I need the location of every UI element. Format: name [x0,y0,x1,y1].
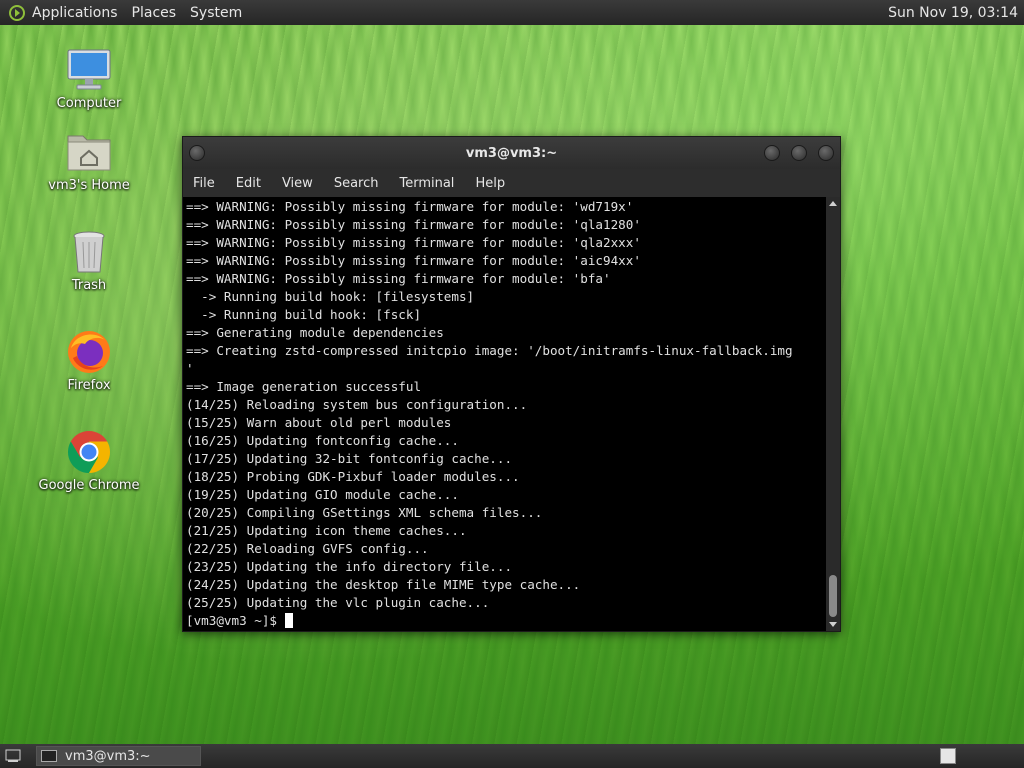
terminal-line: (24/25) Updating the desktop file MIME t… [186,577,581,592]
trash-icon [65,228,113,276]
menu-edit[interactable]: Edit [236,176,261,191]
menu-system[interactable]: System [190,5,242,21]
menu-help[interactable]: Help [475,176,505,191]
terminal-line: ==> Generating module dependencies [186,325,444,340]
clock[interactable]: Sun Nov 19, 03:14 [888,5,1018,21]
desktop-icon-label: vm3's Home [48,178,130,193]
terminal-menubar: File Edit View Search Terminal Help [183,169,840,197]
terminal-line: (18/25) Probing GDK-Pixbuf loader module… [186,469,520,484]
menu-places[interactable]: Places [132,5,177,21]
desktop-icon-label: Trash [71,278,107,293]
window-menu-button[interactable] [189,145,205,161]
taskbar-item-terminal[interactable]: vm3@vm3:~ [36,746,201,766]
desktop-icon-chrome[interactable]: Google Chrome [34,428,144,493]
desktop-icon-trash[interactable]: Trash [34,228,144,293]
terminal-line: (14/25) Reloading system bus configurati… [186,397,528,412]
scrollbar-thumb[interactable] [829,575,837,617]
desktop-icon-computer[interactable]: Computer [34,46,144,111]
window-title: vm3@vm3:~ [465,145,558,161]
terminal-line: (17/25) Updating 32-bit fontconfig cache… [186,451,513,466]
menu-applications[interactable]: Applications [32,5,118,21]
top-panel: Applications Places System Sun Nov 19, 0… [0,0,1024,25]
chrome-icon [65,428,113,476]
workspace-switcher[interactable] [940,748,956,764]
desktop-icon-label: Firefox [67,378,111,393]
menu-view[interactable]: View [282,176,313,191]
desktop-icon-label: Computer [56,96,122,111]
terminal-line: (20/25) Compiling GSettings XML schema f… [186,505,543,520]
home-folder-icon [65,128,113,176]
maximize-button[interactable] [791,145,807,161]
menu-search[interactable]: Search [334,176,379,191]
terminal-icon [41,750,57,762]
bottom-panel: vm3@vm3:~ [0,744,1024,768]
terminal-window[interactable]: vm3@vm3:~ File Edit View Search Terminal… [182,136,841,632]
menu-terminal[interactable]: Terminal [399,176,454,191]
show-desktop-icon[interactable] [4,748,22,764]
distro-logo-icon[interactable] [8,4,26,22]
desktop-icon-label: Google Chrome [38,478,140,493]
terminal-line: ==> WARNING: Possibly missing firmware f… [186,217,641,232]
desktop-icon-firefox[interactable]: Firefox [34,328,144,393]
terminal-line: (15/25) Warn about old perl modules [186,415,452,430]
terminal-line: (25/25) Updating the vlc plugin cache... [186,595,490,610]
terminal-line: (22/25) Reloading GVFS config... [186,541,429,556]
terminal-line: ' [186,361,194,376]
terminal-cursor [284,613,293,628]
terminal-line: (16/25) Updating fontconfig cache... [186,433,459,448]
terminal-prompt: [vm3@vm3 ~]$ [186,613,285,628]
terminal-scrollbar[interactable] [826,197,840,631]
terminal-line: ==> WARNING: Possibly missing firmware f… [186,271,611,286]
terminal-line: ==> WARNING: Possibly missing firmware f… [186,253,641,268]
firefox-icon [65,328,113,376]
terminal-line: (23/25) Updating the info directory file… [186,559,513,574]
scroll-down-arrow-icon[interactable] [829,622,837,627]
terminal-line: ==> WARNING: Possibly missing firmware f… [186,235,641,250]
window-titlebar[interactable]: vm3@vm3:~ [183,137,840,169]
desktop-icon-home[interactable]: vm3's Home [34,128,144,193]
scroll-up-arrow-icon[interactable] [829,201,837,206]
terminal-line: (21/25) Updating icon theme caches... [186,523,467,538]
close-button[interactable] [818,145,834,161]
terminal-prompt-line[interactable]: [vm3@vm3 ~]$ [186,612,826,630]
terminal-output[interactable]: ==> WARNING: Possibly missing firmware f… [183,197,826,631]
terminal-line: -> Running build hook: [filesystems] [186,289,475,304]
computer-icon [65,46,113,94]
terminal-line: ==> Creating zstd-compressed initcpio im… [186,343,793,358]
terminal-line: ==> Image generation successful [186,379,422,394]
terminal-line: ==> WARNING: Possibly missing firmware f… [186,199,634,214]
minimize-button[interactable] [764,145,780,161]
terminal-line: (19/25) Updating GIO module cache... [186,487,459,502]
taskbar-item-label: vm3@vm3:~ [65,748,151,764]
terminal-line: -> Running build hook: [fsck] [186,307,422,322]
menu-file[interactable]: File [193,176,215,191]
